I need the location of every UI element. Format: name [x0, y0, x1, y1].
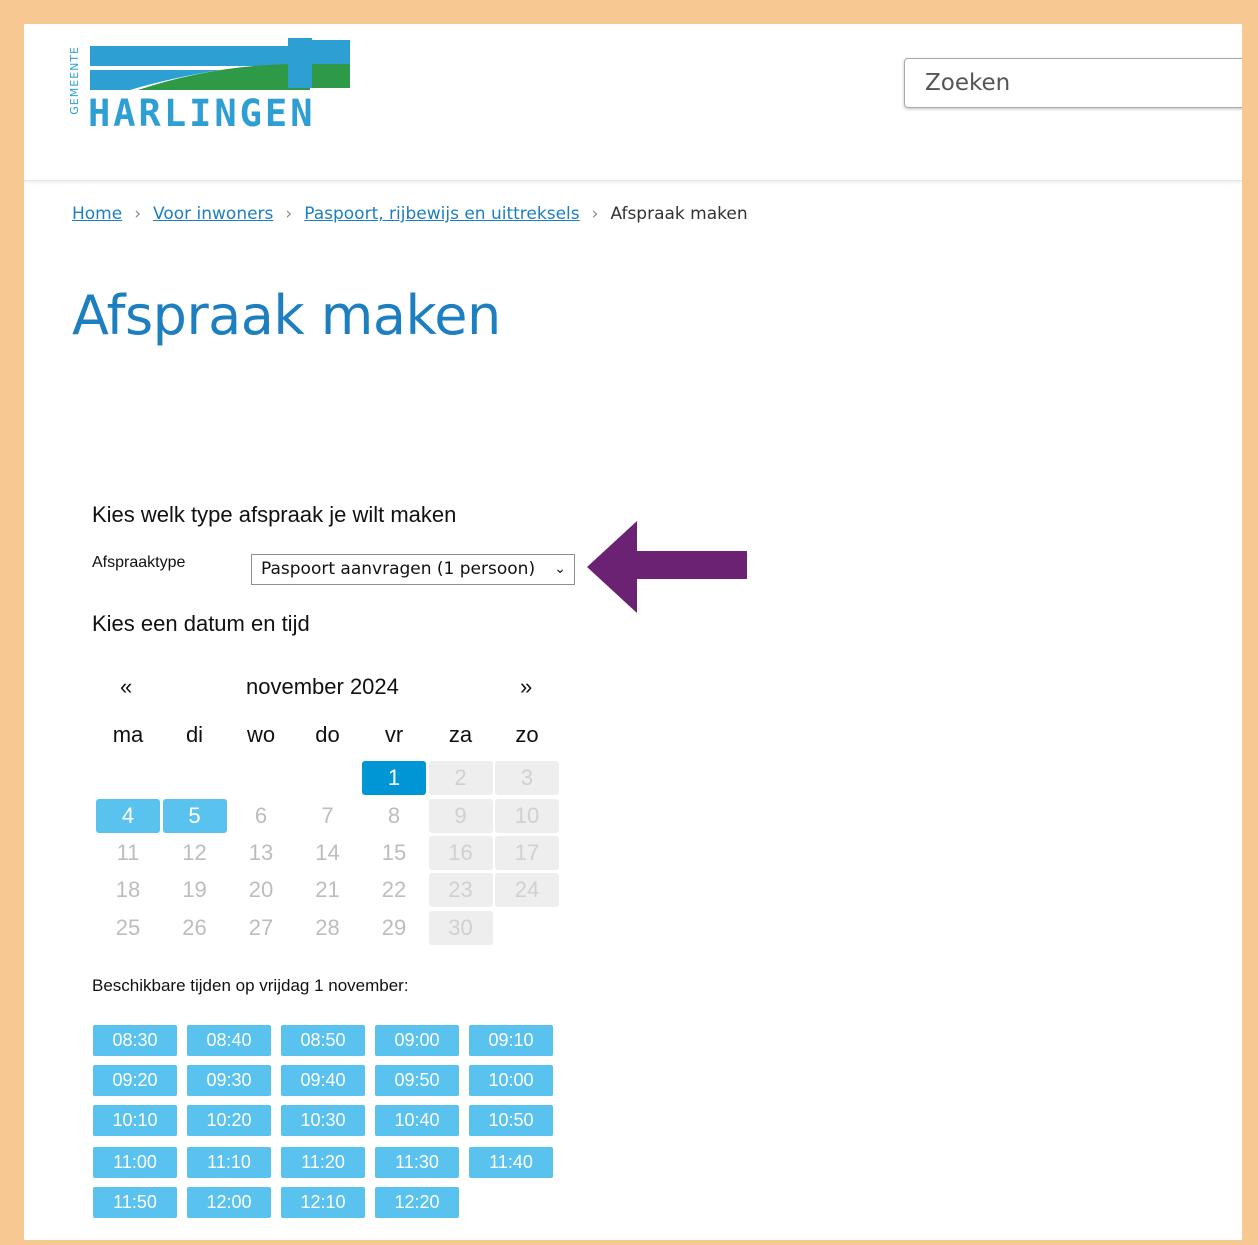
time-slot-button[interactable]: 11:10: [187, 1147, 271, 1178]
type-section-heading: Kies welk type afspraak je wilt maken: [92, 502, 457, 527]
calendar-day-6: 6: [254, 803, 268, 828]
weekday-do: do: [315, 722, 340, 747]
calendar-day-17: 17: [495, 836, 559, 870]
date-section-heading: Kies een datum en tijd: [92, 611, 310, 636]
calendar-day-26: 26: [182, 915, 207, 940]
calendar-day-16: 16: [428, 836, 493, 870]
calendar-day-5[interactable]: 5: [162, 799, 227, 833]
calendar-day-11: 11: [116, 840, 140, 865]
time-slot-button[interactable]: 11:40: [469, 1147, 553, 1178]
calendar-day-20: 20: [248, 877, 274, 902]
calendar-day-13: 13: [248, 840, 274, 865]
calendar-month: november 2024: [246, 674, 399, 699]
calendar-day-23: 23: [428, 873, 493, 907]
time-slot-button[interactable]: 12:00: [187, 1187, 271, 1218]
time-slot-button[interactable]: 09:00: [375, 1025, 459, 1056]
search-input[interactable]: Zoeken: [904, 58, 1242, 108]
chevron-right-icon: ›: [591, 204, 599, 224]
weekday-zo: zo: [515, 722, 539, 747]
chevron-right-icon: ›: [134, 204, 142, 224]
weekday-vr: vr: [384, 722, 404, 747]
calendar-day-7: 7: [321, 803, 334, 828]
calendar-day-18: 18: [115, 877, 141, 902]
appointment-type-label: Afspraaktype: [92, 554, 186, 571]
breadcrumb-paspoort[interactable]: Paspoort, rijbewijs en uittreksels: [304, 204, 579, 224]
time-slot-button[interactable]: 11:00: [93, 1147, 177, 1178]
time-slot-button[interactable]: 12:10: [281, 1187, 365, 1218]
calendar-day-15: 15: [381, 840, 407, 865]
time-slot-button[interactable]: 10:40: [375, 1105, 459, 1136]
page-title: Afspraak maken: [72, 284, 501, 347]
calendar-next-button[interactable]: »: [520, 674, 532, 700]
calendar-day-2: 2: [428, 761, 493, 795]
arrow-left-icon: [587, 521, 747, 613]
breadcrumb-current: Afspraak maken: [610, 204, 748, 224]
time-slot-button[interactable]: 09:30: [187, 1065, 271, 1096]
calendar-day-21: 21: [315, 877, 340, 902]
calendar-day-28: 28: [315, 915, 340, 940]
time-slot-button[interactable]: 11:20: [281, 1147, 365, 1178]
calendar-day-9: 9: [428, 799, 493, 833]
calendar-day-30: 30: [428, 911, 493, 945]
chevron-down-icon: ⌄: [554, 561, 566, 577]
appointment-type-select[interactable]: Paspoort aanvragen (1 persoon) ⌄: [251, 554, 575, 585]
weekday-ma: ma: [112, 722, 144, 747]
calendar-day-22: 22: [381, 877, 407, 902]
calendar-day-3: 3: [495, 761, 559, 795]
calendar-day-1[interactable]: 1: [362, 761, 426, 795]
calendar-prev-button[interactable]: «: [120, 674, 132, 700]
time-slot-button[interactable]: 10:30: [281, 1105, 365, 1136]
calendar-day-10: 10: [495, 799, 559, 833]
page: GEMEENTE HARLINGEN Zoeken Home › Voor in…: [24, 24, 1242, 1240]
breadcrumb-voor-inwoners[interactable]: Voor inwoners: [153, 204, 273, 224]
calendar-day-4[interactable]: 4: [96, 799, 160, 833]
chevron-right-icon: ›: [285, 204, 293, 224]
time-slot-button[interactable]: 08:30: [93, 1025, 177, 1056]
calendar-day-8: 8: [387, 803, 401, 828]
calendar-day-19: 19: [182, 877, 207, 902]
calendar-day-29: 29: [381, 915, 407, 940]
time-slot-button[interactable]: 10:50: [469, 1105, 553, 1136]
time-slot-button[interactable]: 08:40: [187, 1025, 271, 1056]
logo-gemeente-text: GEMEENTE: [68, 46, 81, 115]
time-slot-button[interactable]: 09:20: [93, 1065, 177, 1096]
breadcrumb-home[interactable]: Home: [72, 204, 122, 224]
time-slot-button[interactable]: 12:20: [375, 1187, 459, 1218]
appointment-type-value: Paspoort aanvragen (1 persoon): [261, 559, 536, 579]
available-times-label: Beschikbare tijden op vrijdag 1 november…: [92, 976, 409, 995]
time-slot-button[interactable]: 11:50: [93, 1187, 177, 1218]
weekday-za: za: [448, 722, 473, 747]
weekday-wo: wo: [246, 722, 276, 747]
time-slot-button[interactable]: 10:00: [469, 1065, 553, 1096]
calendar-day-27: 27: [248, 915, 274, 940]
time-slot-button[interactable]: 10:20: [187, 1105, 271, 1136]
calendar-day-25: 25: [115, 915, 141, 940]
time-slot-button[interactable]: 10:10: [93, 1105, 177, 1136]
time-slot-button[interactable]: 08:50: [281, 1025, 365, 1056]
time-slot-button[interactable]: 09:50: [375, 1065, 459, 1096]
weekday-di: di: [185, 722, 204, 747]
site-header: GEMEENTE HARLINGEN Zoeken: [24, 24, 1242, 181]
time-slot-button[interactable]: 11:30: [375, 1147, 459, 1178]
breadcrumb: Home › Voor inwoners › Paspoort, rijbewi…: [72, 204, 748, 224]
calendar-day-14: 14: [315, 840, 340, 865]
time-slot-button[interactable]: 09:10: [469, 1025, 553, 1056]
calendar-day-12: 12: [182, 840, 207, 865]
logo-name: HARLINGEN: [88, 92, 316, 135]
time-slot-button[interactable]: 09:40: [281, 1065, 365, 1096]
calendar-day-24: 24: [495, 873, 559, 907]
